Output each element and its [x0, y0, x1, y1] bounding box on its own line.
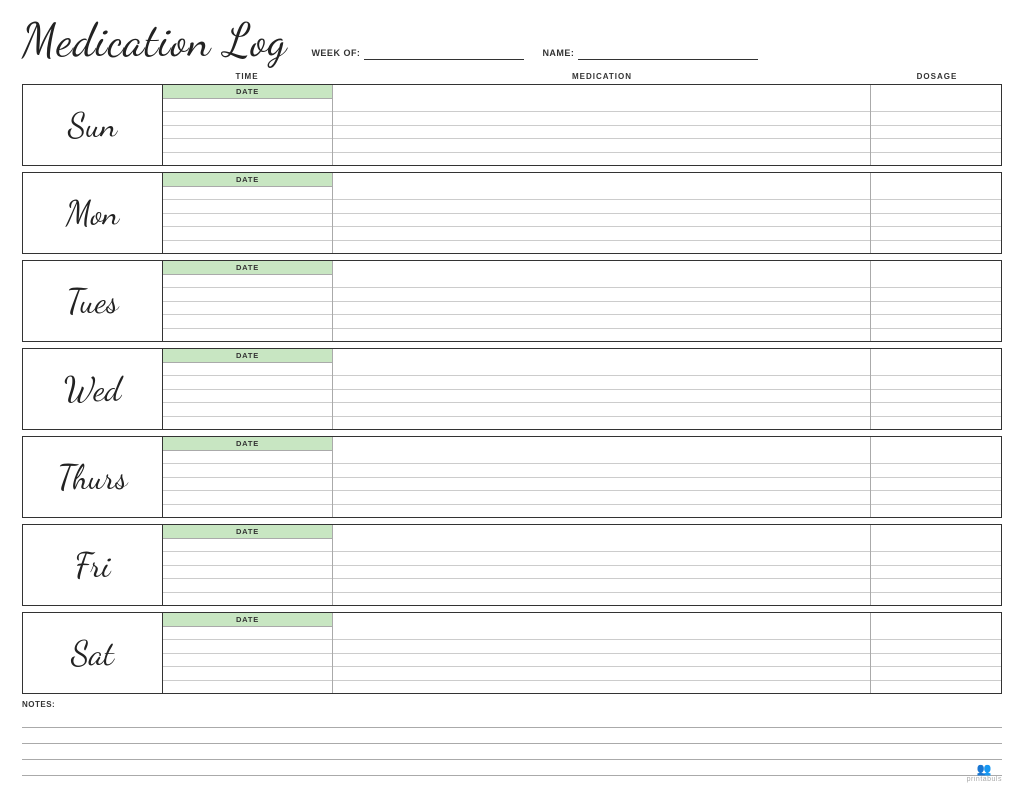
- time-cell-fri: DATE: [163, 525, 333, 605]
- day-label-sun: Sun: [23, 85, 163, 165]
- date-header-mon: DATE: [163, 173, 332, 187]
- dosage-cell-thurs: [871, 437, 1001, 517]
- dosage-cell-sat: [871, 613, 1001, 693]
- dosage-cell-mon: [871, 173, 1001, 253]
- page: Medication Log WEEK OF: NAME: TIME MEDIC…: [0, 0, 1024, 791]
- day-block-tues: Tues DATE: [22, 260, 1002, 342]
- med-cell-sat: [333, 613, 871, 693]
- notes-lines: [22, 712, 1002, 776]
- day-block-mon: Mon DATE: [22, 172, 1002, 254]
- day-block-thurs: Thurs DATE: [22, 436, 1002, 518]
- watermark-icon: 👥: [967, 762, 1002, 776]
- name-field: NAME:: [542, 46, 758, 60]
- med-cell-fri: [333, 525, 871, 605]
- time-cell-wed: DATE: [163, 349, 333, 429]
- day-block-wed: Wed DATE: [22, 348, 1002, 430]
- col-time: TIME: [162, 72, 332, 81]
- dosage-cell-fri: [871, 525, 1001, 605]
- week-of-line[interactable]: [364, 46, 524, 60]
- header: Medication Log WEEK OF: NAME:: [22, 18, 1002, 64]
- week-of-field: WEEK OF:: [311, 46, 524, 60]
- med-cell-thurs: [333, 437, 871, 517]
- dosage-cell-tues: [871, 261, 1001, 341]
- day-block-sat: Sat DATE: [22, 612, 1002, 694]
- date-header-thurs: DATE: [163, 437, 332, 451]
- med-cell-wed: [333, 349, 871, 429]
- day-block-sun: Sun DATE: [22, 84, 1002, 166]
- time-cell-sat: DATE: [163, 613, 333, 693]
- date-header-wed: DATE: [163, 349, 332, 363]
- name-line[interactable]: [578, 46, 758, 60]
- time-cell-thurs: DATE: [163, 437, 333, 517]
- col-dosage: DOSAGE: [872, 72, 1002, 81]
- time-cell-sun: DATE: [163, 85, 333, 165]
- name-label: NAME:: [542, 48, 574, 58]
- notes-label: NOTES:: [22, 700, 1002, 709]
- dosage-cell-sun: [871, 85, 1001, 165]
- week-of-label: WEEK OF:: [311, 48, 360, 58]
- date-header-fri: DATE: [163, 525, 332, 539]
- day-label-wed: Wed: [23, 349, 163, 429]
- day-label-mon: Mon: [23, 173, 163, 253]
- page-title: Medication Log: [22, 18, 287, 64]
- day-label-fri: Fri: [23, 525, 163, 605]
- day-block-fri: Fri DATE: [22, 524, 1002, 606]
- watermark: 👥 printabuls: [967, 762, 1002, 783]
- dosage-cell-wed: [871, 349, 1001, 429]
- date-header-sun: DATE: [163, 85, 332, 99]
- col-medication: MEDICATION: [332, 72, 872, 81]
- day-label-tues: Tues: [23, 261, 163, 341]
- time-cell-mon: DATE: [163, 173, 333, 253]
- notes-section: NOTES:: [22, 700, 1002, 776]
- day-label-thurs: Thurs: [23, 437, 163, 517]
- date-header-tues: DATE: [163, 261, 332, 275]
- med-cell-mon: [333, 173, 871, 253]
- watermark-text: printabuls: [967, 776, 1002, 783]
- time-lines-sun: [163, 99, 332, 165]
- header-fields: WEEK OF: NAME:: [311, 46, 758, 64]
- med-cell-tues: [333, 261, 871, 341]
- day-label-sat: Sat: [23, 613, 163, 693]
- time-cell-tues: DATE: [163, 261, 333, 341]
- med-cell-sun: [333, 85, 871, 165]
- date-header-sat: DATE: [163, 613, 332, 627]
- column-headers: TIME MEDICATION DOSAGE: [22, 72, 1002, 81]
- header-row: WEEK OF: NAME:: [311, 46, 758, 60]
